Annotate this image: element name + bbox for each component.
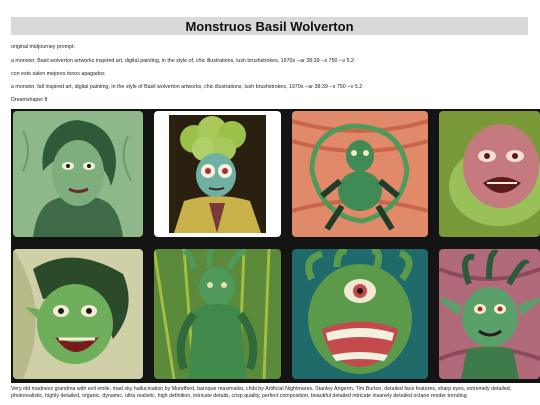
prompt-heading: original midjourney prompt: (11, 44, 75, 50)
laughing-witch-illustration (13, 249, 143, 379)
gallery-image-6[interactable] (154, 249, 281, 379)
note-line: con este salen mejores tonos apagados (11, 71, 105, 77)
gallery-image-3[interactable] (292, 111, 428, 237)
gallery-image-8[interactable] (439, 249, 540, 379)
title-bar: Monstruos Basil Wolverton (11, 17, 528, 35)
broccoli-man-illustration (169, 115, 266, 233)
footer-prompt: Very old madness grandma with evil smile… (11, 386, 512, 399)
prompt-line-1: a monster, Basil wolverton artworks insp… (11, 58, 354, 64)
one-eyed-monster-illustration (292, 249, 428, 379)
screaming-face-illustration (439, 111, 540, 237)
prompt-line-2: a monster, fall inspired art, digital pa… (11, 84, 363, 90)
gallery-image-7[interactable] (292, 249, 428, 379)
tentacle-figure-illustration (154, 249, 281, 379)
model-name: Dreamshaper 8 (11, 97, 48, 103)
gallery-image-5[interactable] (13, 249, 143, 379)
image-gallery (11, 109, 540, 383)
gallery-image-1[interactable] (13, 111, 143, 237)
goblin-illustration (439, 249, 540, 379)
woman-portrait-illustration (13, 111, 143, 237)
gallery-image-2[interactable] (154, 111, 281, 237)
crouching-monster-illustration (292, 111, 428, 237)
gallery-image-4[interactable] (439, 111, 540, 237)
document-title: Monstruos Basil Wolverton (185, 18, 354, 34)
